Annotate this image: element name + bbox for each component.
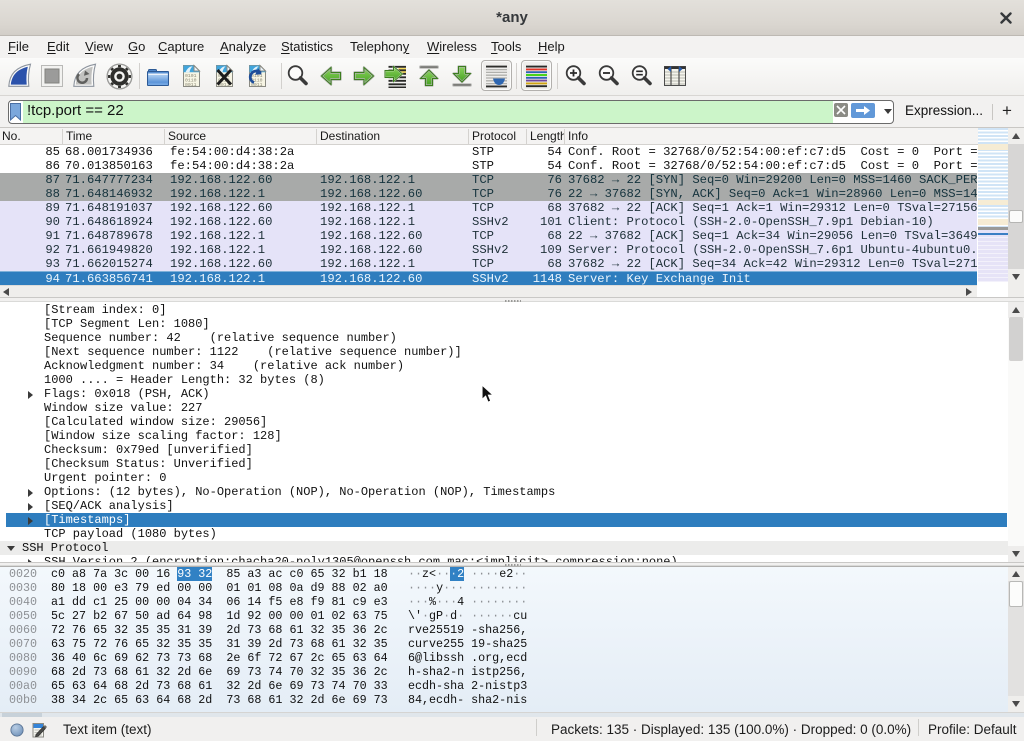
svg-text:0011: 0011 [185,82,197,88]
